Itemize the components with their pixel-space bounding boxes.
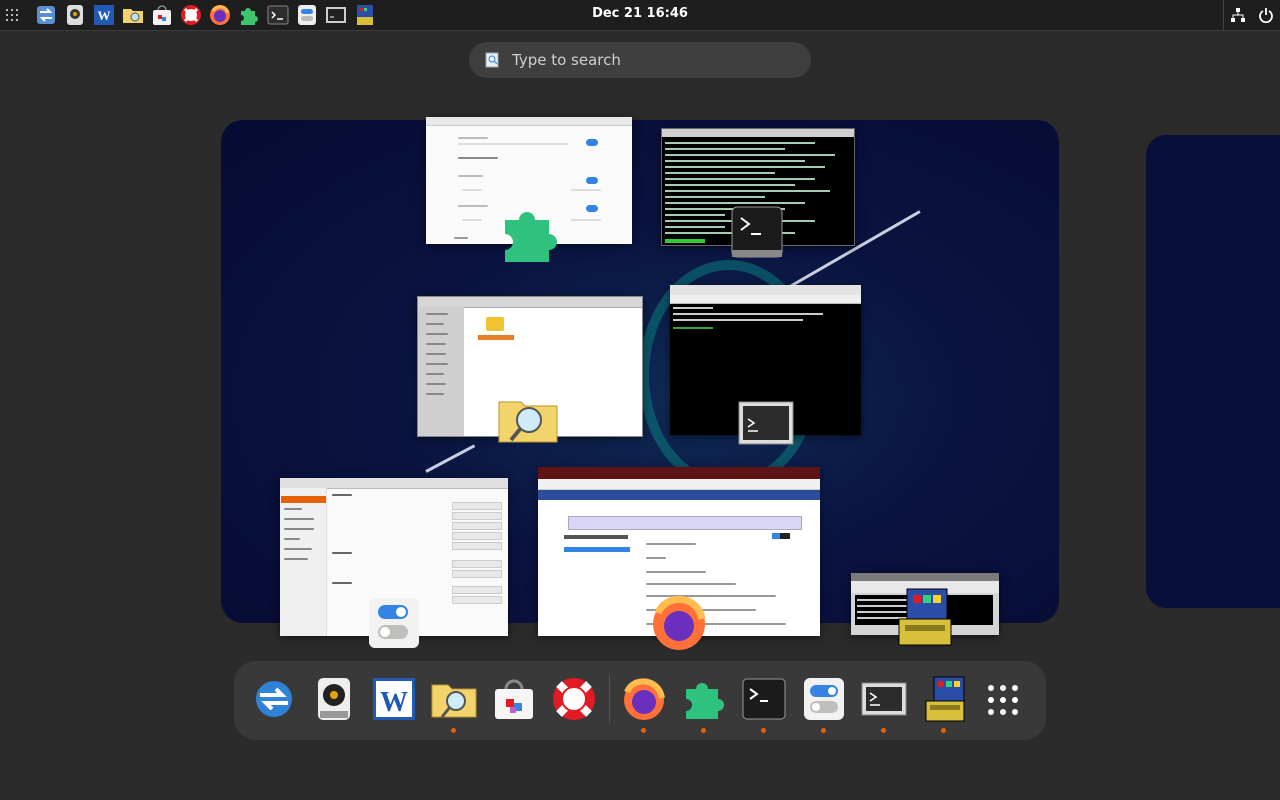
file-manager-badge-icon	[497, 394, 559, 444]
dock-console[interactable]	[860, 675, 908, 733]
system-tray[interactable]	[1223, 0, 1280, 30]
next-workspace[interactable]	[1146, 135, 1280, 608]
dock-software[interactable]	[490, 675, 538, 723]
dock-installer[interactable]	[920, 675, 968, 733]
show-apps-grid-icon[interactable]	[988, 685, 1018, 715]
installer-icon	[925, 676, 965, 722]
terminal-badge-icon	[731, 206, 783, 258]
running-indicator	[451, 728, 456, 733]
running-indicator	[941, 728, 946, 733]
power-icon[interactable]	[1258, 7, 1274, 23]
dock-tweaks[interactable]	[800, 675, 848, 733]
search-placeholder: Type to search	[512, 51, 621, 69]
software-icon	[495, 679, 533, 719]
help-icon	[553, 678, 595, 720]
search-icon	[485, 52, 499, 68]
console-badge-icon	[738, 401, 794, 445]
extensions-badge-icon	[497, 204, 561, 264]
dock-network-apps[interactable]	[250, 675, 298, 723]
file-manager-icon	[431, 684, 477, 718]
running-indicator	[761, 728, 766, 733]
network-apps-icon	[256, 681, 292, 717]
tweaks-icon	[804, 678, 844, 720]
extensions-icon	[686, 683, 724, 719]
running-indicator	[641, 728, 646, 733]
dock-firefox[interactable]	[620, 675, 668, 733]
running-indicator	[701, 728, 706, 733]
wallpaper-dash	[425, 444, 476, 473]
dock-help[interactable]	[550, 675, 598, 723]
word-icon: W	[373, 678, 415, 720]
rhythmbox-icon	[318, 678, 350, 720]
console-icon	[861, 682, 907, 716]
firefox-badge-icon	[648, 591, 710, 653]
top-bar: W Dec 21 16:46	[0, 0, 1280, 31]
dock-rhythmbox[interactable]	[310, 675, 358, 723]
network-icon[interactable]	[1230, 7, 1246, 23]
dock-terminal[interactable]	[740, 675, 788, 733]
clock[interactable]: Dec 21 16:46	[0, 6, 1280, 21]
tweaks-badge-icon	[368, 597, 420, 649]
dock-extensions[interactable]	[680, 675, 728, 733]
dash-dock: W	[234, 661, 1046, 740]
terminal-icon	[742, 678, 786, 720]
dock-word[interactable]: W	[370, 675, 418, 723]
running-indicator	[821, 728, 826, 733]
dock-separator	[609, 675, 610, 723]
firefox-icon	[624, 678, 665, 720]
running-indicator	[881, 728, 886, 733]
installer-badge-icon	[893, 587, 957, 649]
dock-file-manager[interactable]	[430, 675, 478, 733]
search-entry[interactable]: Type to search	[469, 42, 811, 78]
svg-text:W: W	[380, 687, 408, 718]
